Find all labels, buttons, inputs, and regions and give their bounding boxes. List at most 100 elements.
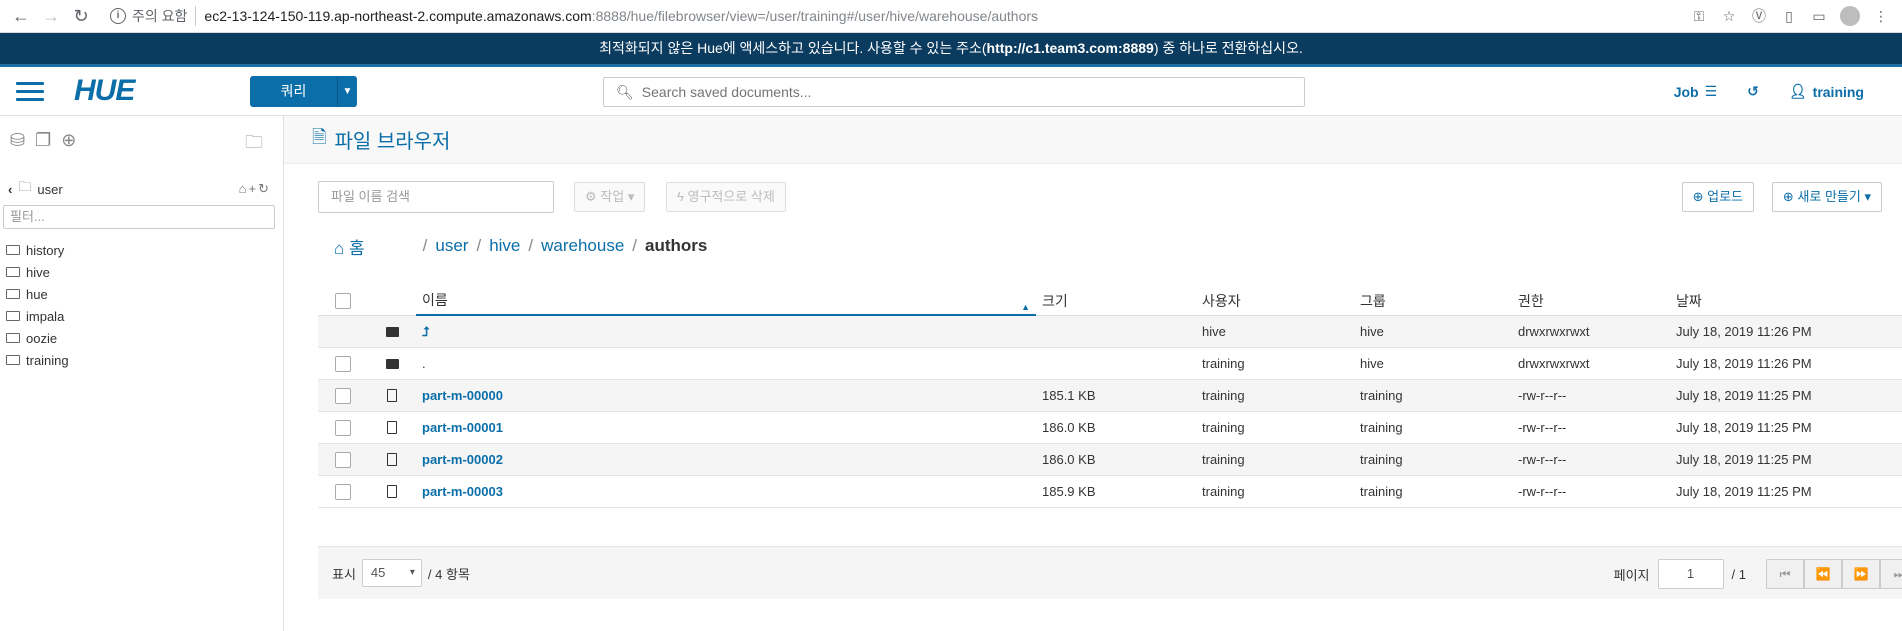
list-icon: ☰ — [1704, 83, 1718, 99]
extension-icon[interactable]: Ⓥ — [1744, 6, 1774, 26]
last-page-icon[interactable]: ⏭ — [1880, 559, 1902, 589]
folder-icon — [385, 358, 399, 369]
sidebar-filter-input[interactable]: 필터... — [3, 205, 275, 229]
file-name-link[interactable]: part-m-00000 — [422, 388, 503, 403]
column-size[interactable]: 크기 — [1036, 291, 1196, 311]
address-bar[interactable]: i 주의 요함 ec2-13-124-150-119.ap-northeast-… — [104, 3, 1676, 29]
main-content: 🗎 파일 브라우저 파일 이름 검색 ⚙ 작업 ▾ ϟ 영구적으로 삭제 ⊕ 업… — [284, 116, 1902, 631]
page-total: / 1 — [1731, 566, 1746, 582]
table-row[interactable]: part-m-00003 185.9 KB training training … — [318, 476, 1902, 508]
sidebar-path-label: user — [37, 181, 63, 197]
search-icon: 🔍︎ — [616, 83, 634, 100]
first-page-icon[interactable]: ⏮ — [1766, 559, 1804, 589]
file-table: 이름 ▲ 크기 사용자 그룹 권한 날짜 ⮥ hive hive drwxrwxr… — [318, 286, 1902, 508]
sidebar-item-training[interactable]: training — [6, 349, 283, 371]
page-number-input[interactable]: 1 — [1657, 559, 1724, 589]
file-name-link[interactable]: ⮥ — [422, 324, 430, 339]
sidebar-item-hive[interactable]: hive — [6, 261, 283, 283]
home-label: 홈 — [349, 238, 365, 258]
key-icon[interactable]: ⚿ — [1684, 8, 1714, 25]
search-input[interactable] — [641, 84, 1242, 100]
delete-forever-button[interactable]: ϟ 영구적으로 삭제 — [666, 182, 786, 212]
breadcrumb-warehouse[interactable]: warehouse — [541, 236, 624, 256]
row-checkbox[interactable] — [335, 387, 351, 404]
banner-link[interactable]: http://c1.team3.com:8889 — [987, 40, 1154, 56]
hue-logo[interactable]: HUE — [74, 74, 184, 108]
table-row[interactable]: part-m-00001 186.0 KB training training … — [318, 412, 1902, 444]
query-dropdown-toggle[interactable]: ▼ — [337, 76, 357, 107]
column-name[interactable]: 이름 ▲ — [416, 286, 1036, 316]
user-menu[interactable]: 👤︎ training — [1789, 83, 1864, 100]
new-button[interactable]: ⊕ 새로 만들기 ▾ — [1771, 182, 1882, 212]
sidebar-tools: ⛁ ❐ ⊕ 🗀 — [0, 116, 283, 164]
file-permissions: -rw-r--r-- — [1518, 484, 1567, 499]
prev-page-icon[interactable]: ⏪ — [1804, 559, 1842, 589]
file-size: 185.1 KB — [1042, 388, 1096, 403]
table-row[interactable]: part-m-00000 185.1 KB training training … — [318, 380, 1902, 412]
row-checkbox[interactable] — [335, 419, 351, 436]
column-permissions[interactable]: 권한 — [1512, 291, 1670, 311]
info-icon[interactable]: i — [110, 8, 126, 24]
file-name-link[interactable]: . — [422, 356, 426, 371]
chevron-left-icon[interactable]: ‹ — [8, 182, 12, 197]
file-name-link[interactable]: part-m-00001 — [422, 420, 503, 435]
column-user[interactable]: 사용자 — [1196, 291, 1354, 311]
breadcrumb-current: authors — [645, 236, 708, 255]
file-name-link[interactable]: part-m-00002 — [422, 452, 503, 467]
sidebar-item-oozie[interactable]: oozie — [6, 327, 283, 349]
job-browser-button[interactable]: Job ☰ — [1674, 83, 1717, 100]
query-button[interactable]: 쿼리 — [250, 76, 337, 107]
file-search-input[interactable]: 파일 이름 검색 — [318, 181, 554, 213]
table-row[interactable]: . training hive drwxrwxrwxt July 18, 201… — [318, 348, 1902, 380]
file-group: training — [1360, 452, 1403, 467]
table-footer: 표시 45 / 4 항목 페이지 1 / 1 ⏮ ⏪ ⏩ ⏭ — [318, 546, 1902, 599]
file-size: 186.0 KB — [1042, 420, 1096, 435]
folder-icon — [6, 289, 20, 299]
zoom-icon[interactable]: ⊕ — [61, 130, 76, 151]
profile-avatar[interactable] — [1840, 6, 1860, 26]
file-group: hive — [1360, 324, 1384, 339]
next-page-icon[interactable]: ⏩ — [1842, 559, 1880, 589]
back-icon[interactable]: ← — [6, 6, 36, 27]
breadcrumb-hive[interactable]: hive — [489, 236, 520, 256]
table-row[interactable]: part-m-00002 186.0 KB training training … — [318, 444, 1902, 476]
column-date[interactable]: 날짜 — [1670, 291, 1890, 311]
sidebar-item-history[interactable]: history — [6, 239, 283, 261]
folder-icon — [6, 311, 20, 321]
home-icon[interactable]: ⌂ — [239, 181, 249, 196]
file-permissions: -rw-r--r-- — [1518, 452, 1567, 467]
search-box[interactable]: 🔍︎ — [603, 77, 1305, 107]
history-icon[interactable]: ↺ — [1747, 83, 1759, 100]
sidebar-item-hue[interactable]: hue — [6, 283, 283, 305]
extension-icon[interactable]: ▯ — [1774, 8, 1804, 25]
star-icon[interactable]: ☆ — [1714, 8, 1744, 25]
upload-label: 업로드 — [1707, 189, 1743, 204]
copy-icon[interactable]: ❐ — [35, 130, 51, 151]
row-checkbox[interactable] — [335, 483, 351, 500]
hamburger-icon[interactable] — [16, 81, 44, 101]
security-warning[interactable]: 주의 요함 — [132, 6, 197, 26]
row-checkbox[interactable] — [335, 355, 351, 372]
page-size-select[interactable]: 45 — [361, 559, 422, 587]
breadcrumb-user[interactable]: user — [435, 236, 468, 256]
database-icon[interactable]: ⛁ — [10, 130, 25, 151]
reload-icon[interactable]: ↻ — [66, 6, 96, 27]
actions-button[interactable]: ⚙ 작업 ▾ — [574, 182, 646, 212]
file-date: July 18, 2019 11:25 PM — [1676, 388, 1812, 403]
upload-button[interactable]: ⊕ 업로드 — [1681, 182, 1754, 212]
folder-open-icon[interactable]: 🗀 — [245, 130, 263, 160]
row-checkbox[interactable] — [335, 451, 351, 468]
menu-icon[interactable]: ⋮ — [1866, 8, 1896, 25]
breadcrumb-home[interactable]: ⌂ 홈 — [334, 234, 365, 259]
forward-icon[interactable]: → — [36, 6, 66, 27]
table-row[interactable]: ⮥ hive hive drwxrwxrwxt July 18, 2019 11… — [318, 316, 1902, 348]
column-group[interactable]: 그룹 — [1354, 291, 1512, 311]
plus-icon[interactable]: + — [249, 181, 259, 196]
file-icon — [387, 421, 397, 434]
select-all-checkbox[interactable] — [335, 292, 351, 309]
refresh-icon[interactable]: ↻ — [258, 181, 271, 196]
sidebar-item-impala[interactable]: impala — [6, 305, 283, 327]
file-date: July 18, 2019 11:25 PM — [1676, 484, 1812, 499]
file-name-link[interactable]: part-m-00003 — [422, 484, 503, 499]
extension-icon[interactable]: ▭ — [1804, 8, 1834, 25]
